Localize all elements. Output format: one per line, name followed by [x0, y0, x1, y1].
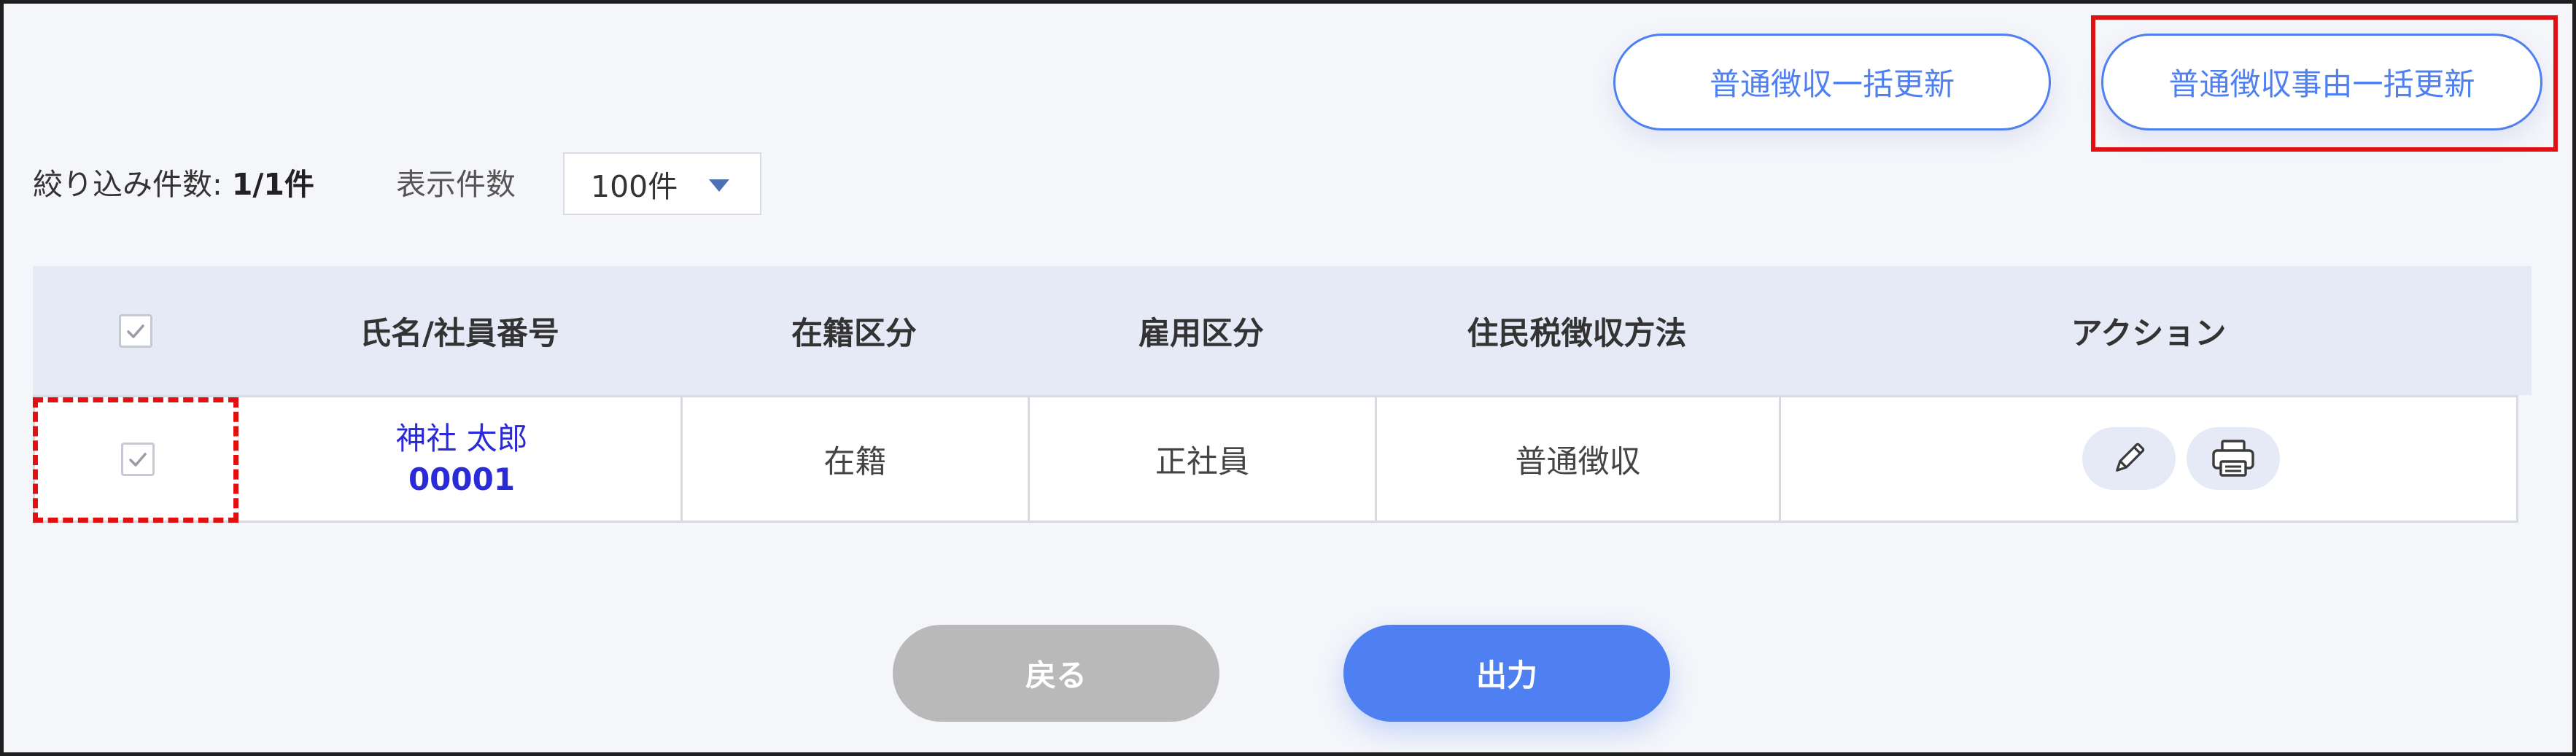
enrollment-cell: 在籍	[680, 397, 1028, 521]
filter-count-value: 1/1件	[231, 167, 314, 202]
per-page-value: 100件	[591, 169, 678, 204]
filter-count: 絞り込み件数: 1/1件	[33, 163, 314, 206]
page-frame: 普通徴収一括更新 普通徴収事由一括更新 絞り込み件数: 1/1件 表示件数 10…	[0, 0, 2576, 756]
employee-name-link[interactable]: 神社 太郎	[395, 418, 527, 459]
output-button[interactable]: 出力	[1343, 625, 1670, 722]
header-employment-type[interactable]: 雇用区分	[1028, 266, 1375, 395]
header-actions: アクション	[2071, 315, 2227, 352]
table-row: 神社 太郎 00001 在籍 正社員 普通徴収	[33, 395, 2518, 523]
per-page-label: 表示件数	[396, 167, 516, 202]
header-select-all-cell	[33, 266, 238, 395]
select-all-checkbox[interactable]	[119, 313, 152, 348]
annotation-dashed-highlight	[33, 397, 238, 523]
back-button[interactable]: 戻る	[893, 625, 1219, 722]
collection-method-cell: 普通徴収	[1375, 397, 1779, 521]
header-name[interactable]: 氏名/社員番号	[238, 266, 680, 395]
actions-cell	[1779, 397, 2518, 521]
annotation-highlight-box	[2091, 15, 2558, 152]
employment-type-cell: 正社員	[1028, 397, 1375, 521]
printer-icon	[2212, 440, 2254, 477]
header-collection-method[interactable]: 住民税徴収方法	[1375, 266, 1779, 395]
check-icon	[127, 324, 144, 338]
table-header: 氏名/社員番号 在籍区分 雇用区分 住民税徴収方法 アクション	[33, 266, 2532, 395]
print-button[interactable]	[2187, 427, 2280, 490]
caret-down-icon	[709, 179, 729, 192]
header-enrollment[interactable]: 在籍区分	[680, 266, 1028, 395]
filter-count-label: 絞り込み件数:	[33, 167, 222, 202]
employee-number-link[interactable]: 00001	[408, 459, 515, 500]
edit-button[interactable]	[2082, 427, 2176, 490]
bulk-update-button[interactable]: 普通徴収一括更新	[1613, 34, 2051, 130]
employee-cell[interactable]: 神社 太郎 00001	[241, 397, 683, 521]
per-page-select[interactable]: 100件	[563, 152, 761, 215]
pencil-icon	[2116, 443, 2145, 472]
